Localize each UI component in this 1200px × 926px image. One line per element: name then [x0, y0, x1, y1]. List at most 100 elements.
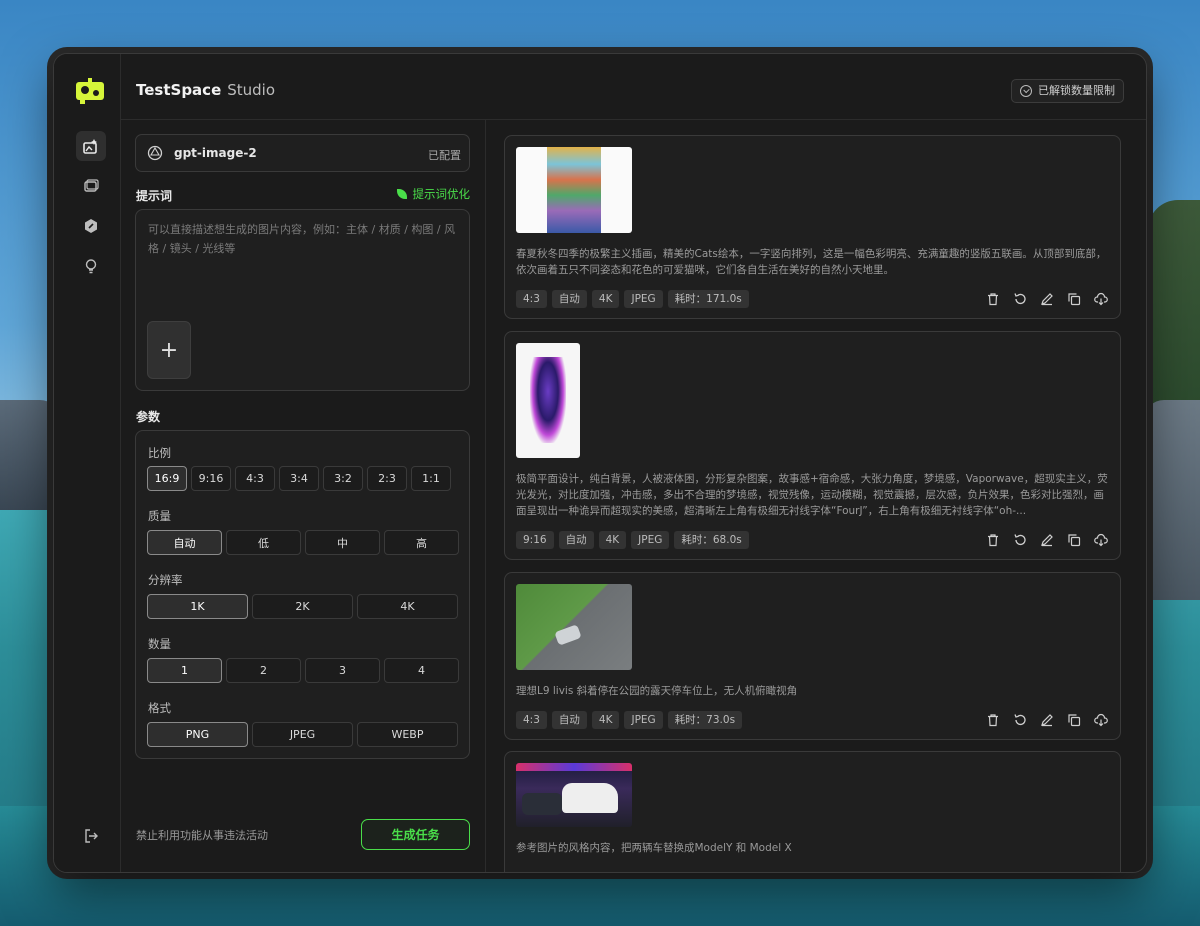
copy-icon[interactable]: [1067, 533, 1081, 547]
unlock-limit-button[interactable]: 已解锁数量限制: [1011, 79, 1124, 103]
result-card: 理想L9 livis 斜着停在公园的露天停车位上，无人机俯瞰视角 4:3 自动 …: [504, 572, 1121, 740]
tag-format: JPEG: [624, 290, 663, 308]
ratio-option[interactable]: 2:3: [367, 466, 407, 491]
prompt-optimize-button[interactable]: 提示词优化: [396, 186, 470, 202]
model-status: 已配置: [428, 149, 461, 162]
prompt-placeholder: 可以直接描述想生成的图片内容，例如：主体 / 材质 / 构图 / 风格 / 镜头…: [148, 223, 456, 255]
download-icon[interactable]: [1094, 292, 1108, 306]
tag-quality: 自动: [551, 711, 587, 729]
ratio-option[interactable]: 1:1: [411, 466, 451, 491]
ratio-option[interactable]: 3:2: [323, 466, 363, 491]
format-option[interactable]: PNG: [147, 722, 248, 747]
quality-options: 自动 低 中 高: [147, 530, 459, 555]
gallery-icon: [84, 179, 99, 192]
tag-ratio: 4:3: [516, 711, 547, 729]
tag-format: JPEG: [624, 711, 663, 729]
result-thumbnail[interactable]: [516, 147, 632, 233]
trash-icon[interactable]: [986, 713, 1000, 727]
quality-option[interactable]: 高: [384, 530, 459, 555]
logout-button[interactable]: [76, 821, 106, 851]
format-label: 格式: [148, 701, 171, 715]
format-options: PNG JPEG WEBP: [147, 722, 458, 747]
tag-format: JPEG: [631, 531, 670, 549]
add-reference-image-button[interactable]: +: [147, 321, 191, 379]
dark-car-shape: [522, 793, 562, 815]
generate-task-button[interactable]: 生成任务: [361, 819, 470, 850]
car-shape: [554, 624, 582, 646]
resolution-option[interactable]: 1K: [147, 594, 248, 619]
ratio-label: 比例: [148, 446, 171, 460]
retry-icon[interactable]: [1013, 292, 1027, 306]
result-description: 极简平面设计，纯白背景，人被液体困，分形复杂图案，故事感+宿命感，大张力角度，梦…: [516, 473, 1108, 517]
result-card: 参考图片的风格内容，把两辆车替换成ModelY 和 Model X: [504, 751, 1121, 872]
retry-icon[interactable]: [1013, 713, 1027, 727]
count-option[interactable]: 2: [226, 658, 301, 683]
logout-icon: [85, 829, 98, 843]
background-rock-right: [1144, 400, 1200, 600]
disclaimer-text: 禁止利用功能从事违法活动: [136, 829, 268, 842]
copy-icon[interactable]: [1067, 713, 1081, 727]
result-description: 理想L9 livis 斜着停在公园的露天停车位上，无人机俯瞰视角: [516, 685, 798, 697]
quality-label: 质量: [148, 509, 171, 523]
ratio-option[interactable]: 3:4: [279, 466, 319, 491]
tag-duration: 耗时：171.0s: [667, 290, 749, 308]
figure-silhouette: [530, 357, 566, 443]
result-tags: 4:3 自动 4K JPEG 耗时：171.0s: [516, 290, 749, 308]
ratio-option[interactable]: 4:3: [235, 466, 275, 491]
results-list[interactable]: 春夏秋冬四季的极繁主义插画，精美的Cats绘本，一字竖向排列，这是一幅色彩明亮、…: [487, 120, 1146, 872]
rail-generate-button[interactable]: [76, 131, 106, 161]
edit-icon[interactable]: [1040, 533, 1054, 547]
app-window: TestSpace Studio 已解锁数量限制 gpt-image-2 已配置 …: [53, 53, 1147, 873]
resolution-option[interactable]: 4K: [357, 594, 458, 619]
format-option[interactable]: JPEG: [252, 722, 353, 747]
result-tags: 9:16 自动 4K JPEG 耗时：68.0s: [516, 531, 749, 549]
rail-ideas-button[interactable]: [76, 251, 106, 281]
edit-icon[interactable]: [1040, 713, 1054, 727]
white-car-shape: [562, 783, 618, 813]
result-description: 春夏秋冬四季的极繁主义插画，精美的Cats绘本，一字竖向排列，这是一幅色彩明亮、…: [516, 248, 1107, 276]
download-icon[interactable]: [1094, 713, 1108, 727]
result-card: 极简平面设计，纯白背景，人被液体困，分形复杂图案，故事感+宿命感，大张力角度，梦…: [504, 331, 1121, 560]
side-rail: [54, 54, 121, 872]
rail-models-button[interactable]: [76, 211, 106, 241]
resolution-label: 分辨率: [148, 573, 183, 587]
tag-ratio: 9:16: [516, 531, 554, 549]
edit-icon[interactable]: [1040, 292, 1054, 306]
result-actions: [986, 713, 1108, 727]
count-option[interactable]: 4: [384, 658, 459, 683]
result-thumbnail[interactable]: [516, 584, 632, 670]
lightbulb-icon: [85, 259, 97, 274]
params-label: 参数: [136, 410, 161, 424]
ratio-options: 16:9 9:16 4:3 3:4 3:2 2:3 1:1: [147, 466, 451, 491]
rail-gallery-button[interactable]: [76, 171, 106, 201]
format-option[interactable]: WEBP: [357, 722, 458, 747]
prompt-input[interactable]: 可以直接描述想生成的图片内容，例如：主体 / 材质 / 构图 / 风格 / 镜头…: [135, 209, 470, 391]
quality-option[interactable]: 自动: [147, 530, 222, 555]
model-selector[interactable]: gpt-image-2 已配置: [135, 134, 470, 172]
resolution-option[interactable]: 2K: [252, 594, 353, 619]
count-label: 数量: [148, 637, 171, 651]
count-options: 1 2 3 4: [147, 658, 459, 683]
result-thumbnail[interactable]: [516, 343, 580, 458]
count-option[interactable]: 3: [305, 658, 380, 683]
trash-icon[interactable]: [986, 292, 1000, 306]
ratio-option[interactable]: 9:16: [191, 466, 231, 491]
top-bar: TestSpace Studio 已解锁数量限制: [121, 54, 1146, 120]
result-card: 春夏秋冬四季的极繁主义插画，精美的Cats绘本，一字竖向排列，这是一幅色彩明亮、…: [504, 135, 1121, 319]
background-rock-left: [0, 400, 60, 510]
result-tags: 4:3 自动 4K JPEG 耗时：73.0s: [516, 711, 743, 729]
model-hex-icon: [85, 219, 97, 233]
quality-option[interactable]: 中: [305, 530, 380, 555]
quality-option[interactable]: 低: [226, 530, 301, 555]
result-thumbnail[interactable]: [516, 763, 632, 827]
count-option[interactable]: 1: [147, 658, 222, 683]
neon-lights: [516, 763, 632, 771]
ratio-option[interactable]: 16:9: [147, 466, 187, 491]
check-circle-icon: [1020, 85, 1032, 97]
retry-icon[interactable]: [1013, 533, 1027, 547]
download-icon[interactable]: [1094, 533, 1108, 547]
tag-quality: 自动: [551, 290, 587, 308]
model-name: gpt-image-2: [174, 146, 257, 160]
copy-icon[interactable]: [1067, 292, 1081, 306]
trash-icon[interactable]: [986, 533, 1000, 547]
